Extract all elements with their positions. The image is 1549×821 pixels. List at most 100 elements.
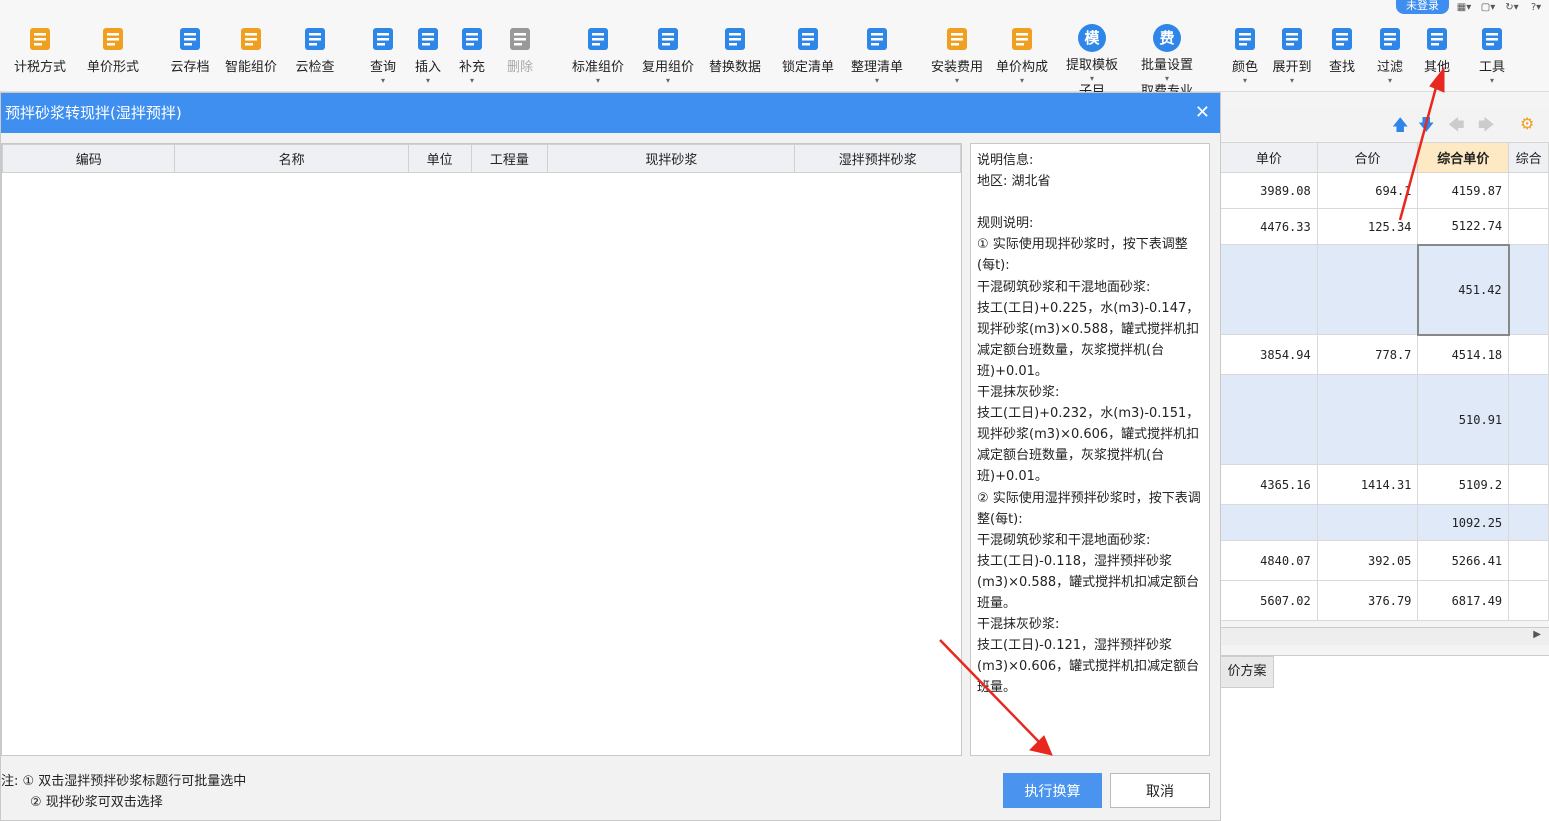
- dropdown-caret-icon[interactable]: ▾: [1457, 76, 1527, 86]
- table-row[interactable]: 510.91: [1220, 374, 1549, 465]
- cell-unit-price[interactable]: 3854.94: [1220, 334, 1318, 375]
- tool-cloud-check[interactable]: 云检查: [280, 24, 350, 90]
- cell-total-price[interactable]: 392.05: [1316, 540, 1419, 581]
- cell-composite-price[interactable]: 510.91: [1417, 374, 1510, 465]
- table-row[interactable]: 3854.94 778.7 4514.18: [1220, 334, 1549, 375]
- cell-total-price[interactable]: [1316, 244, 1419, 335]
- move-right-icon[interactable]: 🡆: [1478, 114, 1495, 141]
- move-up-icon[interactable]: 🡅: [1392, 114, 1408, 141]
- cell-composite-price[interactable]: 5109.2: [1417, 464, 1510, 505]
- tool-cloud-save[interactable]: 云存档: [155, 24, 225, 90]
- cell-unit-price[interactable]: 5607.02: [1220, 580, 1318, 621]
- cell-composite-price[interactable]: 4514.18: [1417, 334, 1510, 375]
- table-row[interactable]: 3989.08 694.1 4159.87: [1220, 172, 1549, 209]
- table-row[interactable]: 4476.33 125.34 5122.74: [1220, 208, 1549, 245]
- col-code[interactable]: 编码: [1, 144, 176, 173]
- tool-price-form[interactable]: 单价形式: [78, 24, 148, 90]
- dialog-notes: 注: ① 双击湿拌预拌砂浆标题行可批量选中 ② 现拌砂浆可双击选择: [1, 771, 246, 813]
- grid-menu-icon[interactable]: ▦▾: [1455, 2, 1473, 13]
- tool-price-composition[interactable]: 单价构成 ▾: [987, 24, 1057, 90]
- install-cost-icon: [942, 24, 972, 54]
- cell-unit-price[interactable]: [1220, 504, 1318, 541]
- cell-total-price[interactable]: 376.79: [1316, 580, 1419, 621]
- cell-unit-price[interactable]: 4365.16: [1220, 464, 1318, 505]
- tool-lock-list[interactable]: 锁定清单: [773, 24, 843, 90]
- tab-pricing-scheme[interactable]: 价方案: [1220, 656, 1274, 688]
- cell-empty[interactable]: [1508, 172, 1549, 209]
- cell-empty[interactable]: [1508, 504, 1549, 541]
- cell-empty[interactable]: [1508, 540, 1549, 581]
- cell-unit-price[interactable]: 4840.07: [1220, 540, 1318, 581]
- note-1: 注: ① 双击湿拌预拌砂浆标题行可批量选中: [1, 774, 247, 789]
- tool-reuse-pricing[interactable]: 复用组价 ▾: [633, 24, 703, 90]
- tool-tools[interactable]: 工具 ▾: [1457, 24, 1527, 90]
- cell-composite-price[interactable]: 6817.49: [1417, 580, 1510, 621]
- cell-empty[interactable]: [1508, 244, 1549, 335]
- table-row[interactable]: 451.42: [1220, 243, 1549, 336]
- tool-organize-list[interactable]: 整理清单 ▾: [842, 24, 912, 90]
- cell-empty[interactable]: [1508, 464, 1549, 505]
- cell-composite-price[interactable]: 5122.74: [1417, 208, 1510, 245]
- cell-total-price[interactable]: 1414.31: [1316, 464, 1419, 505]
- col-total-price[interactable]: 合价: [1316, 142, 1419, 173]
- tool-standard-pricing[interactable]: 标准组价 ▾: [563, 24, 633, 90]
- cell-empty[interactable]: [1508, 334, 1549, 375]
- refresh-icon[interactable]: ↻▾: [1503, 2, 1521, 13]
- cancel-button[interactable]: 取消: [1110, 773, 1210, 808]
- settings-icon[interactable]: ⚙: [1520, 114, 1534, 133]
- col-quantity[interactable]: 工程量: [470, 144, 549, 173]
- dropdown-caret-icon[interactable]: ▾: [633, 76, 703, 86]
- col-wet-ready-mix-mortar[interactable]: 湿拌预拌砂浆: [794, 144, 961, 173]
- cell-composite-price[interactable]: 5266.41: [1417, 540, 1510, 581]
- cell-total-price[interactable]: 778.7: [1316, 334, 1419, 375]
- tools-icon: [1477, 24, 1507, 54]
- table-row[interactable]: 4365.16 1414.31 5109.2: [1220, 464, 1549, 505]
- col-name[interactable]: 名称: [174, 144, 409, 173]
- cell-composite-price[interactable]: 4159.87: [1417, 172, 1510, 209]
- login-badge[interactable]: 未登录: [1396, 0, 1449, 14]
- cell-unit-price[interactable]: 3989.08: [1220, 172, 1318, 209]
- cell-empty[interactable]: [1508, 580, 1549, 621]
- cell-composite-price[interactable]: 1092.25: [1417, 504, 1510, 541]
- tool-label: 复用组价: [641, 60, 694, 75]
- help-icon[interactable]: ?▾: [1527, 2, 1545, 13]
- dropdown-caret-icon[interactable]: ▾: [563, 76, 633, 86]
- tool-smart-pricing[interactable]: 智能组价: [216, 24, 286, 90]
- col-site-mixed-mortar[interactable]: 现拌砂浆: [547, 144, 796, 173]
- move-left-icon[interactable]: 🡄: [1448, 114, 1465, 141]
- cell-unit-price[interactable]: 4476.33: [1220, 208, 1318, 245]
- dropdown-caret-icon[interactable]: ▾: [842, 76, 912, 86]
- tool-tax-mode[interactable]: 计税方式: [5, 24, 75, 90]
- cell-unit-price[interactable]: [1220, 374, 1318, 465]
- move-down-icon[interactable]: 🡇: [1418, 114, 1434, 141]
- scroll-right-icon[interactable]: ▶: [1533, 629, 1541, 640]
- col-composite-price[interactable]: 综合单价: [1417, 142, 1510, 173]
- cell-empty[interactable]: [1508, 374, 1549, 465]
- tool-label: 提取模板: [1065, 58, 1118, 73]
- cell-unit-price[interactable]: [1220, 244, 1318, 335]
- col-unit[interactable]: 单位: [407, 144, 472, 173]
- execute-conversion-button[interactable]: 执行换算: [1003, 773, 1102, 808]
- cell-total-price[interactable]: [1316, 374, 1419, 465]
- cell-total-price[interactable]: 125.34: [1316, 208, 1419, 245]
- cell-total-price[interactable]: 694.1: [1316, 172, 1419, 209]
- table-row[interactable]: 5607.02 376.79 6817.49: [1220, 580, 1549, 621]
- table-row[interactable]: 4840.07 392.05 5266.41: [1220, 540, 1549, 581]
- dropdown-caret-icon[interactable]: ▾: [922, 76, 992, 86]
- tool-install-cost[interactable]: 安装费用 ▾: [922, 24, 992, 90]
- dialog-title: 预拌砂浆转现拌(湿拌预拌): [5, 104, 182, 122]
- table-row[interactable]: 1092.25: [1220, 504, 1549, 541]
- tool-delete[interactable]: 删除: [485, 24, 555, 90]
- col-unit-price[interactable]: 单价: [1220, 142, 1318, 173]
- horizontal-scrollbar[interactable]: ▶: [1220, 627, 1549, 645]
- cell-composite-price[interactable]: 451.42: [1416, 243, 1510, 336]
- window-icon[interactable]: ▢▾: [1479, 2, 1497, 13]
- dropdown-caret-icon[interactable]: ▾: [987, 76, 1057, 86]
- cell-total-price[interactable]: [1316, 504, 1419, 541]
- dialog-title-bar: 预拌砂浆转现拌(湿拌预拌) ✕: [1, 93, 1220, 133]
- cell-empty[interactable]: [1508, 208, 1549, 245]
- col-composite-more[interactable]: 综合: [1508, 142, 1549, 173]
- close-icon[interactable]: ✕: [1195, 93, 1210, 133]
- tool-label: 工具: [1478, 60, 1505, 75]
- tool-replace-data[interactable]: 替换数据: [700, 24, 770, 90]
